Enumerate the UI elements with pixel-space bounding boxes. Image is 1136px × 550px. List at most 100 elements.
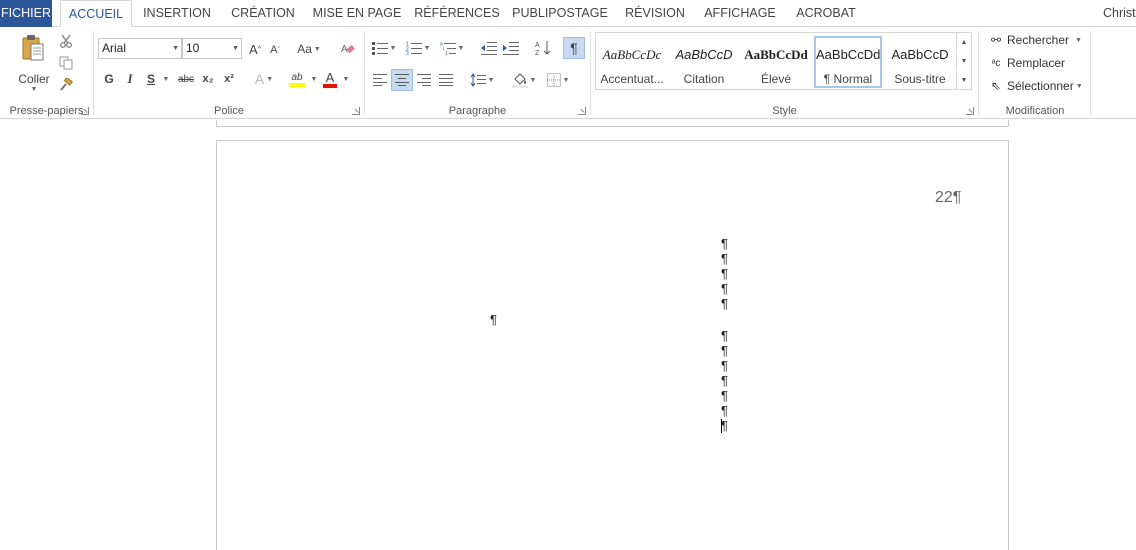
find-button[interactable]: ⚯ Rechercher ▼: [988, 30, 1082, 50]
tab-mise-en-page[interactable]: MISE EN PAGE: [308, 0, 406, 27]
tab-creation[interactable]: CRÉATION: [222, 0, 304, 27]
gallery-scroll-down-button[interactable]: ▼: [956, 52, 971, 70]
align-center-button[interactable]: [391, 69, 413, 91]
align-left-button[interactable]: [371, 69, 389, 91]
copy-icon: [59, 56, 73, 70]
grow-font-button[interactable]: A ^: [246, 39, 264, 59]
numbering-button[interactable]: 1 2 3 ▼: [403, 37, 433, 59]
style-eleve[interactable]: AaBbCcDd Élevé: [742, 36, 810, 88]
tab-references[interactable]: RÉFÉRENCES: [410, 0, 504, 27]
multilevel-list-icon: a i 1: [440, 42, 456, 55]
copy-button[interactable]: [57, 54, 75, 72]
tab-fichier[interactable]: FICHIER: [0, 0, 52, 27]
tab-revision[interactable]: RÉVISION: [616, 0, 694, 27]
style-normal[interactable]: AaBbCcDd ¶ Normal: [814, 36, 882, 88]
font-family-combo[interactable]: Arial ▼: [98, 38, 182, 59]
shading-button[interactable]: ▼: [509, 69, 539, 91]
increase-indent-icon: [503, 42, 519, 55]
document-page[interactable]: 22¶ ¶ ¶ ¶ ¶ ¶ ¶ ¶ ¶ ¶ ¶ ¶ ¶ ¶: [216, 140, 1009, 550]
subscript-button[interactable]: x₂: [199, 69, 217, 89]
line-spacing-button[interactable]: ▼: [467, 69, 497, 91]
gallery-scroll-up-button[interactable]: ▲: [956, 33, 971, 51]
paste-button[interactable]: Coller ▼: [14, 32, 54, 94]
font-size-value: 10: [186, 41, 200, 55]
strikethrough-button[interactable]: abc: [176, 69, 196, 89]
gallery-more-button[interactable]: ▼: [956, 71, 971, 89]
document-area[interactable]: 22¶ ¶ ¶ ¶ ¶ ¶ ¶ ¶ ¶ ¶ ¶ ¶ ¶ ¶: [0, 120, 1136, 550]
underline-dropdown-button[interactable]: ▼: [160, 69, 170, 89]
bold-button[interactable]: G: [101, 69, 117, 89]
clear-formatting-button[interactable]: A: [338, 39, 358, 59]
styles-gallery: AaBbCcDc Accentuat... AaBbCcD Citation A…: [595, 32, 972, 90]
borders-button[interactable]: ▼: [543, 69, 573, 91]
paste-label: Coller: [18, 72, 50, 86]
italic-button[interactable]: I: [122, 69, 138, 89]
show-formatting-marks-button[interactable]: ¶: [563, 37, 585, 59]
paragraph-mark: ¶: [721, 388, 728, 403]
style-accentuation[interactable]: AaBbCcDc Accentuat...: [598, 36, 666, 88]
paragraph-mark: ¶: [721, 296, 728, 311]
align-right-button[interactable]: [415, 69, 433, 91]
paint-bucket-icon: [512, 73, 527, 88]
font-color-button[interactable]: A: [320, 67, 340, 91]
group-paragraph: ▼ 1 2 3 ▼ a i 1 ▼ A Z ¶ ▼ ▼ ▼ Paragraphe: [365, 27, 590, 119]
style-citation[interactable]: AaBbCcD Citation: [670, 36, 738, 88]
grow-font-label: A: [249, 41, 258, 57]
user-account-name[interactable]: Christ: [1103, 0, 1136, 27]
paragraph-mark: ¶: [721, 328, 728, 343]
highlight-dropdown-button[interactable]: ▼: [308, 69, 318, 89]
underline-button[interactable]: S: [143, 69, 159, 89]
font-family-value: Arial: [102, 41, 127, 55]
select-button[interactable]: ⇖ Sélectionner ▼: [988, 76, 1083, 96]
svg-text:1: 1: [445, 51, 448, 55]
styles-dialog-launcher-icon[interactable]: [966, 107, 974, 115]
font-dialog-launcher-icon[interactable]: [352, 107, 360, 115]
paragraph-mark: ¶: [721, 403, 728, 418]
text-effects-button[interactable]: A ▼: [251, 69, 277, 89]
group-label-editing: Modification: [1005, 105, 1065, 117]
page-number: 22¶: [935, 189, 962, 206]
clipboard-dialog-launcher-icon[interactable]: [81, 107, 89, 115]
paragraph-mark: ¶: [721, 358, 728, 373]
tab-accueil[interactable]: ACCUEIL: [60, 0, 132, 28]
svg-text:Z: Z: [535, 50, 540, 56]
tab-publipostage[interactable]: PUBLIPOSTAGE: [508, 0, 612, 27]
superscript-button[interactable]: x²: [220, 69, 238, 89]
font-color-dropdown-button[interactable]: ▼: [340, 69, 350, 89]
increase-indent-button[interactable]: [501, 37, 521, 59]
highlighter-icon: ab: [291, 71, 303, 83]
change-case-button[interactable]: Aa ▼: [294, 39, 324, 59]
numbered-list-icon: 1 2 3: [406, 42, 422, 55]
paragraph-mark: ¶: [721, 373, 728, 388]
format-painter-button[interactable]: [57, 76, 75, 94]
decrease-indent-button[interactable]: [479, 37, 499, 59]
ribbon-tab-bar: FICHIER ACCUEIL INSERTION CRÉATION MISE …: [0, 0, 1136, 28]
pilcrow-icon: ¶: [570, 40, 578, 56]
multilevel-list-button[interactable]: a i 1 ▼: [437, 37, 467, 59]
tab-insertion[interactable]: INSERTION: [136, 0, 218, 27]
cut-button[interactable]: [57, 32, 75, 50]
paragraph-mark: ¶: [721, 251, 728, 266]
style-sample: AaBbCcDd: [816, 47, 880, 62]
style-name: ¶ Normal: [823, 72, 873, 86]
style-sample: AaBbCcD: [891, 47, 949, 62]
justify-button[interactable]: [437, 69, 455, 91]
sort-button[interactable]: A Z: [533, 37, 553, 59]
paintbrush-icon: [60, 78, 73, 91]
paragraph-dialog-launcher-icon[interactable]: [578, 107, 586, 115]
paste-dropdown-icon[interactable]: ▼: [14, 86, 54, 93]
tab-acrobat[interactable]: ACROBAT: [786, 0, 866, 27]
tab-affichage[interactable]: AFFICHAGE: [698, 0, 782, 27]
highlight-color-swatch: [289, 82, 305, 87]
clipboard-paste-icon: [22, 35, 44, 61]
ribbon: Coller ▼ Presse-papiers Arial ▼ 10 ▼ A ^…: [0, 27, 1136, 119]
bullet-list-icon: [371, 42, 388, 55]
shrink-font-button[interactable]: Aˇ: [267, 40, 283, 60]
style-name: Accentuat...: [600, 72, 664, 86]
style-sous-titre[interactable]: AaBbCcD Sous-titre: [886, 36, 954, 88]
replace-button[interactable]: ᵃc Remplacer: [988, 53, 1065, 73]
bullets-button[interactable]: ▼: [369, 37, 399, 59]
chevron-down-icon: ▼: [342, 75, 350, 83]
font-size-combo[interactable]: 10 ▼: [182, 38, 242, 59]
style-sample: AaBbCcD: [675, 47, 733, 62]
